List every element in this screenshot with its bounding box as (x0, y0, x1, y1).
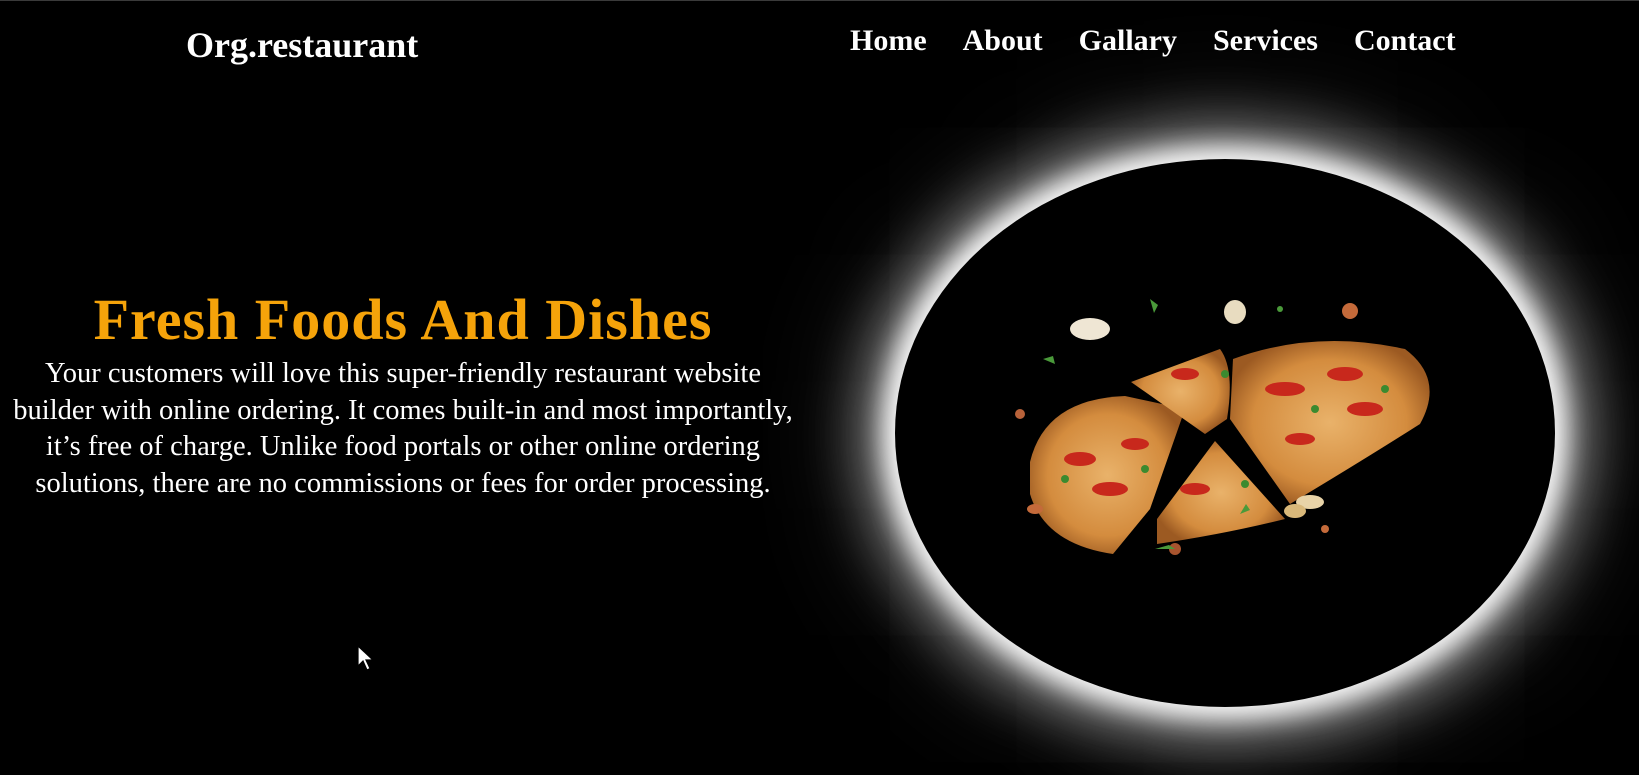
nav-contact-link[interactable]: Contact (1354, 24, 1456, 58)
nav-services-link[interactable]: Services (1213, 24, 1318, 58)
nav-home-link[interactable]: Home (850, 24, 927, 58)
hero-title: Fresh Foods And Dishes (93, 287, 713, 352)
pizza-image (1015, 299, 1430, 555)
hero-text-section: Fresh Foods And Dishes Your customers wi… (0, 288, 806, 502)
mouse-cursor-icon (357, 645, 375, 671)
hero-image-frame (895, 159, 1555, 707)
hero-description: Your customers will love this super-frie… (13, 358, 793, 499)
site-logo[interactable]: Org.restaurant (186, 24, 418, 66)
main-nav: Home About Gallary Services Contact (850, 24, 1456, 58)
nav-about-link[interactable]: About (963, 24, 1043, 58)
nav-gallery-link[interactable]: Gallary (1079, 24, 1177, 58)
top-border (0, 0, 1639, 1)
